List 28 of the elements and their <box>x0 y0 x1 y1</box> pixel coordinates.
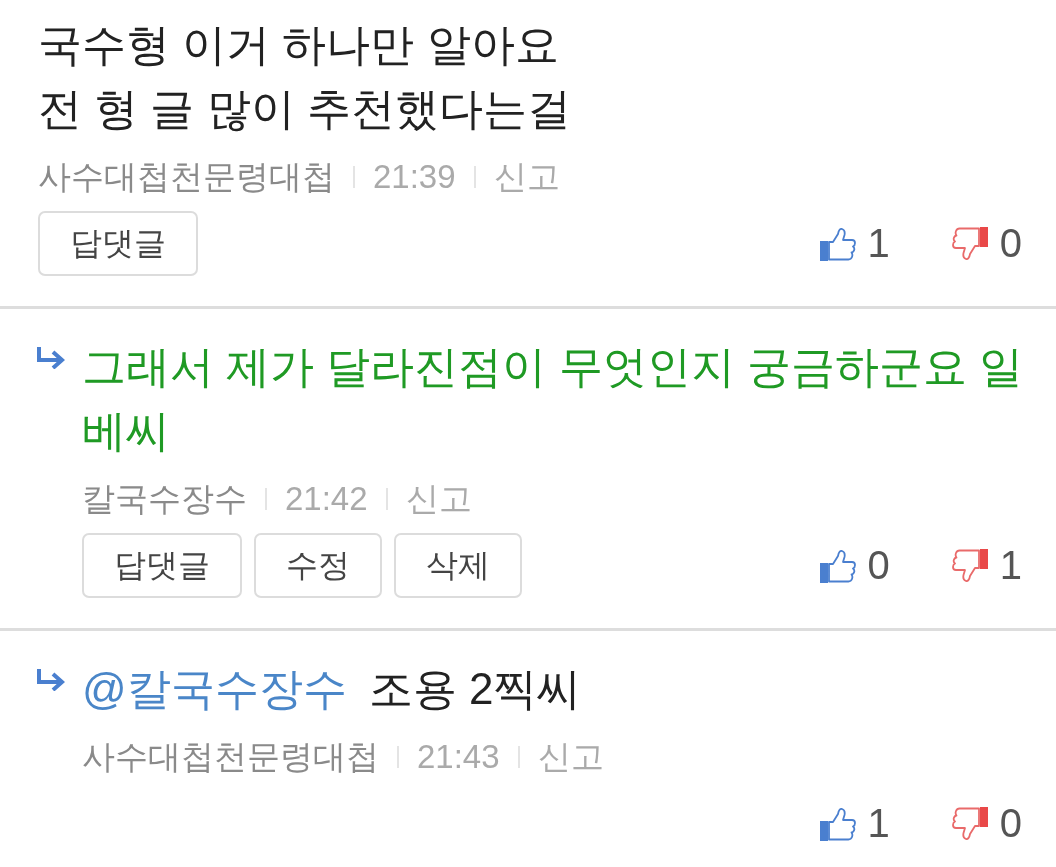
author-name: 칼국수장수 <box>82 478 247 519</box>
like-button[interactable]: 1 <box>819 221 890 266</box>
thumbs-down-icon <box>951 548 988 583</box>
author-name: 사수대첩천문령대첩 <box>82 736 379 777</box>
comment-action-button[interactable]: 삭제 <box>394 533 522 598</box>
dislike-button[interactable]: 0 <box>951 801 1022 846</box>
comment-text: 그래서 제가 달라진점이 무엇인지 궁금하군요 일베씨 <box>82 341 1025 457</box>
like-button[interactable]: 0 <box>819 543 890 588</box>
comment-text: 국수형 이거 하나만 알아요 전 형 글 많이 추천했다는걸 <box>38 19 572 135</box>
reply-arrow-icon <box>35 347 65 369</box>
thumbs-down-icon <box>951 226 988 261</box>
comment-action-button[interactable]: 답댓글 <box>38 211 198 276</box>
author-name: 사수대첩천문령대첩 <box>38 156 335 197</box>
comment-action-button[interactable]: 답댓글 <box>82 533 242 598</box>
comment-time: 21:42 <box>285 480 368 518</box>
dislike-button[interactable]: 1 <box>951 543 1022 588</box>
comment-text: @칼국수장수 조용 2찍씨 <box>82 663 583 715</box>
comment-time: 21:39 <box>373 158 456 196</box>
thumbs-up-icon <box>819 806 856 841</box>
comment-action-button[interactable]: 수정 <box>254 533 382 598</box>
thumbs-up-icon <box>819 226 856 261</box>
reply-arrow-icon <box>35 669 65 691</box>
thumbs-up-icon <box>819 548 856 583</box>
dislike-button[interactable]: 0 <box>951 221 1022 266</box>
thumbs-down-icon <box>951 806 988 841</box>
mention-link[interactable]: @칼국수장수 <box>82 664 347 713</box>
like-button[interactable]: 1 <box>819 801 890 846</box>
comment-time: 21:43 <box>417 738 500 776</box>
